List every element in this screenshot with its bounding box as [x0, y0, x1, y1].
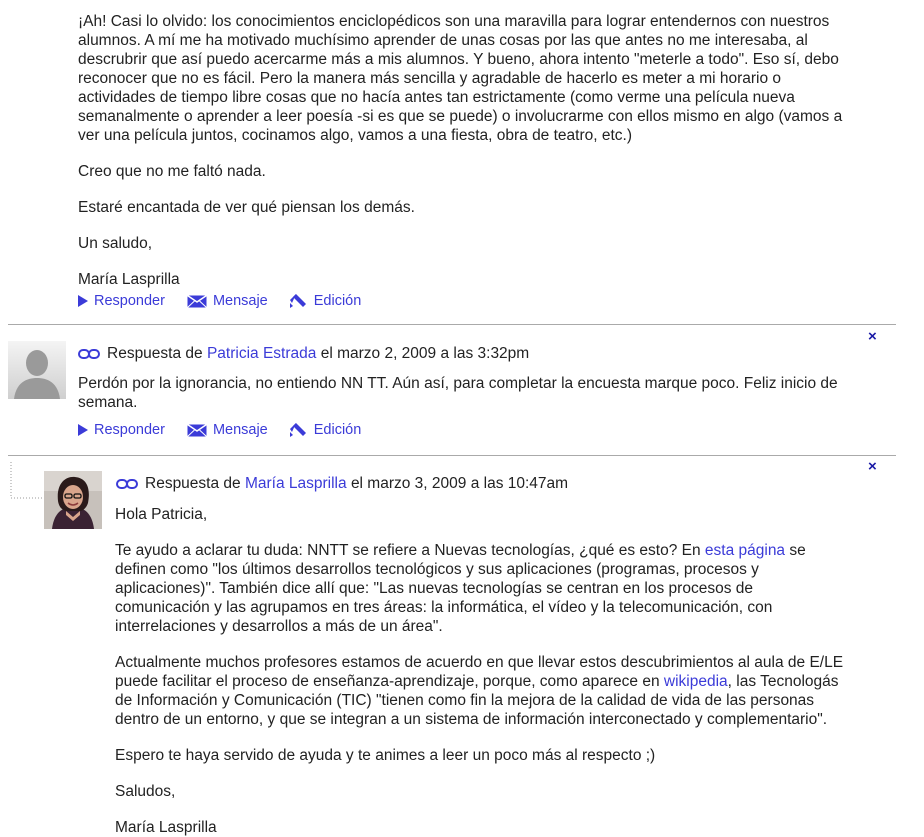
reply-signature: María Lasprilla: [115, 819, 217, 836]
reply-link[interactable]: Responder: [78, 293, 165, 309]
reply-date: el marzo 2, 2009 a las 3:32pm: [320, 345, 530, 362]
close-icon[interactable]: ×: [868, 459, 877, 474]
reply-paragraph: Saludos,: [115, 783, 176, 800]
message-label: Mensaje: [212, 422, 268, 438]
post-body: ¡Ah! Casi lo olvido: los conocimientos e…: [78, 12, 854, 289]
reply-paragraph: Espero te haya servido de ayuda y te ani…: [115, 747, 656, 764]
reply-greeting: Hola Patricia,: [115, 506, 208, 523]
reply-prefix: Respuesta de: [107, 345, 203, 362]
reply-body: Hola Patricia, Te ayudo a aclarar tu dud…: [115, 505, 851, 837]
reply-link[interactable]: Responder: [78, 422, 165, 438]
edit-label: Edición: [313, 293, 362, 309]
permalink-icon[interactable]: [116, 478, 138, 490]
edit-label: Edición: [313, 422, 362, 438]
post-paragraph: ¡Ah! Casi lo olvido: los conocimientos e…: [78, 13, 843, 144]
post-paragraph: Estaré encantada de ver qué piensan los …: [78, 199, 415, 216]
message-label: Mensaje: [212, 293, 268, 309]
reply-body: Perdón por la ignorancia, no entiendo NN…: [78, 375, 838, 411]
reply-paragraph: Actualmente muchos profesores estamos de…: [115, 654, 844, 728]
permalink-icon[interactable]: [78, 348, 100, 360]
avatar: [44, 471, 102, 529]
reply-label: Responder: [94, 293, 165, 309]
reply-arrow-icon: [78, 424, 88, 436]
avatar: [8, 341, 66, 399]
reply-paragraph: Te ayudo a aclarar tu duda: NNTT se refi…: [115, 542, 806, 635]
reply-label: Responder: [94, 422, 165, 438]
envelope-icon: [187, 423, 207, 437]
divider: [8, 455, 896, 456]
reply-header: Respuesta de María Lasprilla el marzo 3,…: [116, 475, 568, 493]
pencil-icon: [289, 423, 306, 437]
post-paragraph: Un saludo,: [78, 235, 153, 252]
post-signature: María Lasprilla: [78, 271, 180, 288]
divider: [8, 324, 896, 325]
thread-connector: [10, 462, 42, 499]
edit-link[interactable]: Edición: [289, 293, 362, 309]
pencil-icon: [289, 294, 306, 308]
message-link[interactable]: Mensaje: [187, 293, 268, 309]
post-paragraph: Creo que no me faltó nada.: [78, 163, 266, 180]
close-icon[interactable]: ×: [868, 329, 877, 344]
reply-date: el marzo 3, 2009 a las 10:47am: [350, 475, 569, 492]
author-link[interactable]: María Lasprilla: [245, 475, 347, 493]
post-actions: Responder Mensaje Edición: [78, 293, 383, 309]
envelope-icon: [187, 294, 207, 308]
wikipedia-link[interactable]: wikipedia: [664, 673, 728, 690]
reply-prefix: Respuesta de: [145, 475, 241, 492]
reply-header: Respuesta de Patricia Estrada el marzo 2…: [78, 345, 529, 363]
reply-arrow-icon: [78, 295, 88, 307]
author-link[interactable]: Patricia Estrada: [207, 345, 316, 363]
esta-pagina-link[interactable]: esta página: [705, 542, 785, 559]
edit-link[interactable]: Edición: [289, 422, 362, 438]
reply-actions: Responder Mensaje Edición: [78, 422, 383, 438]
message-link[interactable]: Mensaje: [187, 422, 268, 438]
